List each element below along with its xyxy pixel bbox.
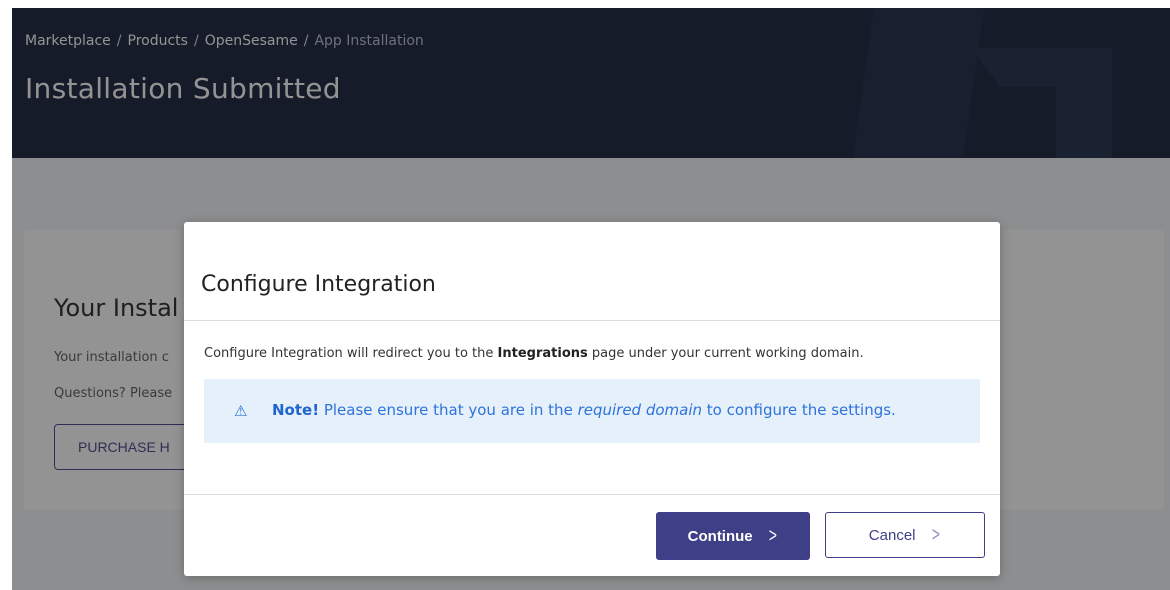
cancel-button[interactable]: Cancel >: [825, 512, 985, 558]
dialog-description: Configure Integration will redirect you …: [204, 346, 864, 361]
divider: [184, 494, 1000, 495]
continue-button[interactable]: Continue >: [656, 512, 810, 560]
required-domain-text: required domain: [577, 401, 703, 419]
chevron-right-icon: >: [768, 525, 777, 547]
note-text-part: to configure the settings.: [702, 401, 896, 419]
dialog-description-text: Configure Integration will redirect you …: [204, 346, 498, 361]
configure-integration-dialog: Configure Integration Configure Integrat…: [184, 222, 1000, 576]
cancel-label: Cancel: [868, 526, 916, 544]
note-alert: ⚠ Note! Please ensure that you are in th…: [204, 379, 980, 443]
divider: [184, 320, 1000, 321]
continue-label: Continue: [687, 527, 753, 545]
warning-icon: ⚠: [234, 402, 248, 420]
note-text-part: Please ensure that you are in the: [319, 401, 578, 419]
app-window: Marketplace / Products / OpenSesame / App Inst…: [12, 8, 1170, 590]
dialog-title: Configure Integration: [201, 272, 436, 297]
note-label: Note!: [272, 401, 320, 419]
chevron-right-icon: >: [931, 524, 940, 546]
integrations-label: Integrations: [497, 346, 588, 361]
cancel-button-content: Cancel >: [826, 513, 984, 557]
continue-button-content: Continue >: [656, 512, 810, 560]
note-text: Note! Please ensure that you are in the …: [272, 401, 896, 419]
dialog-description-text: page under your current working domain.: [587, 346, 864, 361]
